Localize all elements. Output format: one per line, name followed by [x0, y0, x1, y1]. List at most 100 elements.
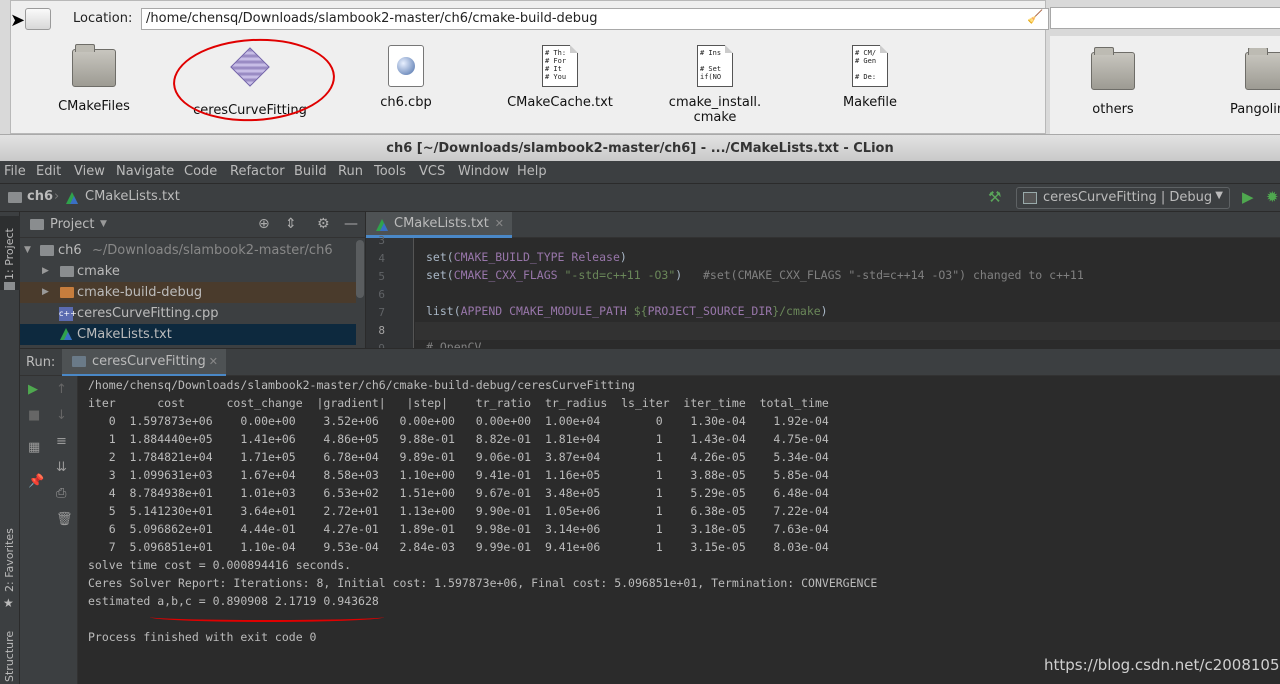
menu-bar: File Edit View Navigate Code Refactor Bu…	[0, 161, 1280, 184]
menu-run[interactable]: Run	[338, 164, 363, 179]
line-number: 8	[378, 324, 385, 337]
menu-tools[interactable]: Tools	[374, 164, 406, 179]
tree-item-cerescurvefitting-cpp[interactable]: c++ ceresCurveFitting.cpp	[20, 303, 356, 324]
console-line: 3 1.099631e+03 1.67e+04 8.58e+03 1.10e+0…	[88, 468, 829, 482]
project-tool-tab[interactable]: 1: Project	[0, 216, 20, 290]
file-manager-window: Location: /home/chensq/Downloads/slamboo…	[0, 0, 1280, 134]
menu-build[interactable]: Build	[294, 164, 327, 179]
tab-cmakelists[interactable]: CMakeLists.txt ✕	[366, 212, 512, 238]
code-token: )	[820, 304, 828, 318]
clear-location-icon[interactable]: 🧹	[1027, 10, 1043, 25]
window-title: ch6 [~/Downloads/slambook2-master/ch6] -…	[0, 134, 1280, 161]
tree-item-label: cmake	[77, 264, 120, 279]
chevron-down-icon[interactable]: ▼	[100, 219, 107, 229]
expand-arrow-icon[interactable]: ▶	[42, 261, 49, 282]
favorites-tab[interactable]: 2: Favorites	[3, 528, 16, 592]
file-item-label: cmake_install. cmake	[668, 95, 762, 125]
scroll-down-icon[interactable]: ↓	[56, 408, 67, 423]
file-manager-secondary-pane: others Pangolin	[1050, 36, 1280, 134]
minimize-icon[interactable]: —	[344, 216, 358, 232]
console-line: /home/chensq/Downloads/slambook2-master/…	[88, 378, 635, 392]
star-icon: ★	[3, 596, 14, 610]
console-line: Ceres Solver Report: Iterations: 8, Init…	[88, 576, 878, 590]
menu-vcs[interactable]: VCS	[419, 164, 445, 179]
line-number: 7	[378, 306, 385, 319]
layout-icon[interactable]: ▦	[28, 440, 40, 455]
code-line-4[interactable]: set(CMAKE_BUILD_TYPE Release)	[426, 250, 627, 264]
run-tab-cerescurvefitting[interactable]: ceresCurveFitting ✕	[62, 349, 226, 377]
text-file-icon: # Ins # Set if(NO	[697, 45, 733, 87]
code-line-9[interactable]: # OpenCV	[426, 340, 481, 348]
configuration-icon	[1023, 192, 1037, 204]
tree-item-label: CMakeLists.txt	[77, 327, 172, 342]
code-token: }/cmake	[772, 304, 821, 318]
debug-bug-icon[interactable]: ✹	[1266, 188, 1279, 206]
collapse-all-icon[interactable]: ⇕	[285, 216, 297, 232]
file-item-cmake-install[interactable]: # Ins # Set if(NO cmake_install. cmake	[656, 45, 774, 125]
location-label: Location:	[73, 11, 133, 26]
build-hammer-icon[interactable]: ⚒	[988, 188, 1001, 206]
tree-item-cmake-build-debug[interactable]: ▶ cmake-build-debug	[20, 282, 356, 303]
breadcrumb-file[interactable]: CMakeLists.txt	[85, 189, 180, 204]
locate-target-icon[interactable]: ⊕	[258, 216, 270, 232]
file-item-cmakecache[interactable]: # Th: # For # It # You CMakeCache.txt	[501, 45, 619, 110]
run-button-icon[interactable]: ▶	[1242, 188, 1254, 206]
expand-arrow-icon[interactable]: ▶	[42, 282, 49, 303]
file-item-makefile[interactable]: # CM/ # Gen # De: Makefile	[811, 45, 929, 110]
trash-icon[interactable]: 🗑	[56, 512, 73, 527]
secondary-location-input[interactable]	[1050, 7, 1280, 29]
line-number: 5	[378, 270, 385, 283]
print-icon[interactable]: ⎙	[56, 486, 66, 501]
code-comment: # OpenCV	[426, 340, 482, 348]
run-console-output[interactable]: /home/chensq/Downloads/slambook2-master/…	[78, 376, 1280, 684]
scroll-up-icon[interactable]: ↑	[56, 382, 67, 397]
file-item-cmakefiles[interactable]: CMakeFiles	[35, 44, 153, 114]
text-file-icon: # Th: # For # It # You	[542, 45, 578, 87]
scroll-to-end-icon[interactable]: ⇊	[56, 460, 67, 475]
menu-edit[interactable]: Edit	[36, 164, 61, 179]
soft-wrap-icon[interactable]: ≡	[56, 434, 67, 449]
console-line: 2 1.784821e+04 1.71e+05 6.78e+04 9.89e-0…	[88, 450, 829, 464]
file-item-ch6-cbp[interactable]: ch6.cbp	[347, 45, 465, 110]
code-token: APPEND CMAKE_MODULE_PATH	[460, 304, 634, 318]
menu-view[interactable]: View	[74, 164, 105, 179]
pin-icon[interactable]: 📌	[28, 474, 44, 489]
file-manager-main-pane: Location: /home/chensq/Downloads/slamboo…	[10, 0, 1049, 134]
project-scrollbar[interactable]	[356, 240, 364, 298]
code-token: ${	[633, 304, 648, 318]
breadcrumb-project[interactable]: ch6	[27, 189, 53, 204]
project-panel-title[interactable]: Project	[50, 217, 94, 232]
stop-icon[interactable]: ■	[28, 408, 40, 423]
rerun-icon[interactable]: ▶	[28, 382, 38, 397]
menu-window[interactable]: Window	[458, 164, 509, 179]
console-line: 4 8.784938e+01 1.01e+03 6.53e+02 1.51e+0…	[88, 486, 829, 500]
code-token: PROJECT_SOURCE_DIR	[647, 304, 773, 318]
menu-code[interactable]: Code	[184, 164, 217, 179]
file-item-pangolin[interactable]: Pangolin	[1190, 48, 1280, 117]
menu-file[interactable]: File	[4, 164, 26, 179]
expand-arrow-icon[interactable]: ▼	[24, 240, 31, 261]
close-icon[interactable]: ✕	[495, 217, 504, 230]
mouse-cursor-icon: ➤	[10, 10, 26, 31]
left-tool-strip: 1: Project 2: Favorites ★ Structure	[0, 212, 20, 684]
tree-item-ch6[interactable]: ▼ ch6 ~/Downloads/slambook2-master/ch6	[20, 240, 356, 261]
code-token: set(	[426, 250, 454, 264]
tree-item-cmake[interactable]: ▶ cmake	[20, 261, 356, 282]
code-line-5[interactable]: set(CMAKE_CXX_FLAGS "-std=c++11 -O3") #s…	[426, 268, 1084, 282]
tree-item-cmakelists[interactable]: CMakeLists.txt	[20, 324, 356, 345]
location-input[interactable]: /home/chensq/Downloads/slambook2-master/…	[141, 8, 1049, 30]
gear-icon[interactable]: ⚙	[317, 216, 330, 232]
tree-item-path-hint: ~/Downloads/slambook2-master/ch6	[92, 243, 333, 258]
file-item-others[interactable]: others	[1054, 47, 1172, 117]
run-configuration-select[interactable]: ceresCurveFitting | Debug ▼	[1016, 187, 1230, 209]
menu-navigate[interactable]: Navigate	[116, 164, 174, 179]
code-line-7[interactable]: list(APPEND CMAKE_MODULE_PATH ${PROJECT_…	[426, 304, 828, 318]
close-icon[interactable]: ✕	[209, 355, 218, 368]
run-tab-label: ceresCurveFitting	[92, 354, 206, 369]
cmake-file-icon	[60, 328, 72, 340]
edit-location-button[interactable]	[25, 8, 51, 30]
console-line: solve time cost = 0.000894416 seconds.	[88, 558, 352, 572]
structure-tab[interactable]: Structure	[3, 631, 16, 682]
menu-refactor[interactable]: Refactor	[230, 164, 285, 179]
menu-help[interactable]: Help	[517, 164, 547, 179]
